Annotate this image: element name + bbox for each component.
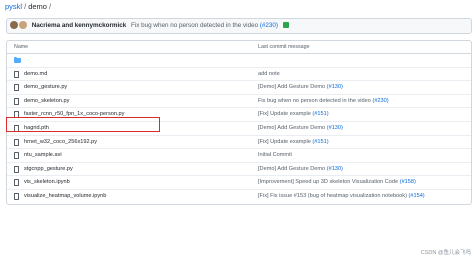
row-pr-link[interactable]: (#130) (327, 84, 343, 90)
breadcrumb-current-folder: demo (28, 2, 47, 11)
commit-authors[interactable]: Nacriema and kennymckormick (32, 22, 127, 29)
folder-icon (14, 57, 21, 63)
row-commit-message[interactable]: add note (258, 68, 280, 81)
file-row[interactable]: hrnet_w32_coco_256x192.py [Fix] Update ex… (7, 136, 471, 150)
commit-pr-link[interactable]: (#230) (260, 22, 278, 29)
file-icon (14, 192, 19, 200)
row-commit-message-text[interactable]: add note (258, 71, 280, 77)
row-commit-message[interactable]: [Demo] Add Gesture Demo (#130) (258, 163, 343, 176)
row-pr-link[interactable]: (#130) (327, 125, 343, 131)
file-icon (14, 138, 19, 146)
breadcrumb-repo-link[interactable]: pyskl (5, 2, 22, 11)
row-commit-message[interactable]: [Improvement] Speed up 3D skeleton Visua… (258, 176, 416, 189)
row-commit-message-text[interactable]: Initial Commit (258, 152, 292, 158)
coauthor-avatar[interactable] (19, 21, 27, 30)
row-pr-link[interactable]: (#230) (372, 98, 388, 104)
row-commit-message[interactable]: [Demo] Add Gesture Demo (#130) (258, 122, 343, 135)
highlight-box (6, 117, 160, 132)
row-commit-message-text[interactable]: [Demo] Add Gesture Demo (258, 125, 325, 131)
row-commit-message-text[interactable]: Fix bug when no person detected in the v… (258, 98, 371, 104)
commit-message[interactable]: Fix bug when no person detected in the v… (128, 22, 258, 29)
file-name-link[interactable]: hrnet_w32_coco_256x192.py (24, 136, 97, 149)
file-name-link[interactable]: demo_skeleton.py (24, 95, 69, 108)
row-commit-message-text[interactable]: [Demo] Add Gesture Demo (258, 166, 325, 172)
file-row[interactable]: ntu_sample.avi Initial Commit (7, 149, 471, 163)
breadcrumb: pyskl / demo / (5, 1, 53, 13)
file-icon (14, 84, 19, 92)
file-name-link[interactable]: visualize_heatmap_volume.ipynb (24, 190, 106, 203)
file-name-link[interactable]: vis_skeleton.ipynb (24, 176, 70, 189)
check-status-icon[interactable] (282, 22, 289, 29)
row-commit-message[interactable]: Initial Commit (258, 149, 292, 162)
row-commit-message-text[interactable]: [Improvement] Speed up 3D skeleton Visua… (258, 179, 398, 185)
row-commit-message[interactable]: [Fix] Update example (#151) (258, 108, 329, 121)
file-row[interactable]: stgcnpp_gesture.py [Demo] Add Gesture Dem… (7, 163, 471, 177)
file-icon (14, 70, 19, 78)
table-header: Name Last commit message (7, 41, 471, 54)
parent-folder-row[interactable] (7, 54, 471, 68)
column-header-last-commit: Last commit message (258, 44, 310, 50)
row-pr-link[interactable]: (#154) (409, 193, 425, 199)
row-commit-message[interactable]: [Fix] Fix issue #153 (bug of heatmap vis… (258, 190, 425, 203)
row-pr-link[interactable]: (#130) (327, 166, 343, 172)
row-commit-message[interactable]: [Demo] Add Gesture Demo (#130) (258, 81, 343, 94)
row-pr-link[interactable]: (#151) (312, 139, 328, 145)
file-row[interactable]: demo.md add note (7, 68, 471, 82)
row-commit-message-text[interactable]: [Demo] Add Gesture Demo (258, 84, 325, 90)
row-commit-message-text[interactable]: [Fix] Update example (258, 139, 311, 145)
row-commit-message[interactable]: Fix bug when no person detected in the v… (258, 95, 389, 108)
file-row[interactable]: demo_gesture.py [Demo] Add Gesture Demo (… (7, 81, 471, 95)
row-commit-message-text[interactable]: [Fix] Fix issue #153 (bug of heatmap vis… (258, 193, 407, 199)
file-icon (14, 152, 19, 160)
watermark: CSDN @鱼儿会飞吗 (420, 250, 471, 256)
row-commit-message[interactable]: [Fix] Update example (#151) (258, 136, 329, 149)
row-pr-link[interactable]: (#158) (400, 179, 416, 185)
file-icon (14, 179, 19, 187)
file-icon (14, 97, 19, 105)
file-row[interactable]: vis_skeleton.ipynb [Improvement] Speed up… (7, 176, 471, 190)
column-header-name: Name (14, 44, 29, 50)
breadcrumb-trailing-separator: / (48, 2, 52, 11)
file-name-link[interactable]: stgcnpp_gesture.py (24, 163, 73, 176)
file-name-link[interactable]: demo.md (24, 68, 47, 81)
row-commit-message-text[interactable]: [Fix] Update example (258, 111, 311, 117)
file-row[interactable]: demo_skeleton.py Fix bug when no person d… (7, 95, 471, 109)
file-icon (14, 165, 19, 173)
latest-commit-bar: Nacriema and kennymckormick Fix bug when… (6, 18, 472, 34)
row-pr-link[interactable]: (#151) (312, 111, 328, 117)
file-name-link[interactable]: ntu_sample.avi (24, 149, 62, 162)
author-avatar[interactable] (10, 21, 18, 30)
file-row[interactable]: visualize_heatmap_volume.ipynb [Fix] Fix … (7, 190, 471, 204)
file-name-link[interactable]: demo_gesture.py (24, 81, 67, 94)
